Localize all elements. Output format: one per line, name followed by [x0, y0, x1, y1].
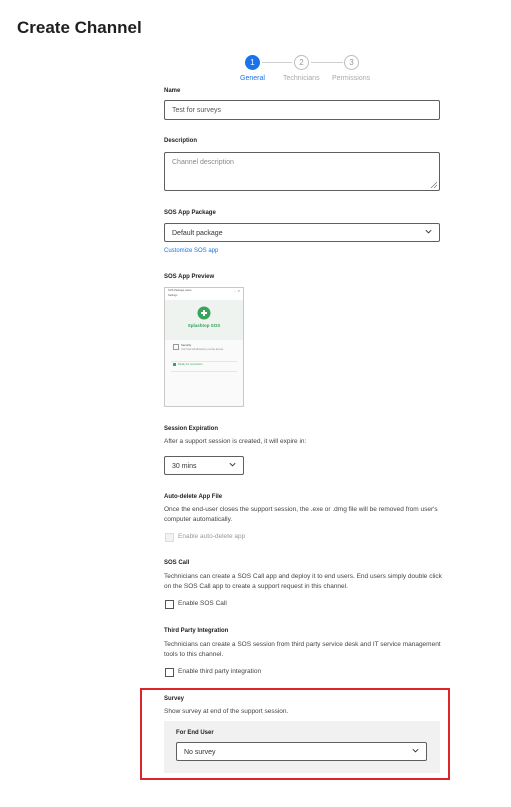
- sos-app-preview-label: SOS App Preview: [164, 274, 215, 280]
- lock-icon: [173, 344, 179, 350]
- third-party-checkbox[interactable]: [165, 668, 174, 677]
- survey-select[interactable]: No survey: [176, 742, 427, 761]
- chevron-down-icon: [425, 229, 432, 234]
- preview-content: Security Your host will allow/deny remot…: [165, 340, 243, 406]
- resize-handle-icon[interactable]: [431, 182, 437, 188]
- sos-call-description: Technicians can create a SOS Call app an…: [164, 573, 442, 590]
- step-3-label: Permissions: [332, 75, 371, 82]
- preview-security-title: Security: [181, 343, 192, 347]
- preview-divider: [171, 361, 237, 362]
- preview-brand-name: Splashtop SOS: [187, 323, 221, 328]
- step-3-circle[interactable]: 3: [344, 55, 359, 70]
- preview-menu: Settings: [168, 294, 178, 297]
- step-2-label: Technicians: [283, 75, 320, 82]
- auto-delete-label: Auto-delete App File: [164, 494, 223, 500]
- step-1-label: General: [240, 75, 265, 82]
- auto-delete-checkbox-label: Enable auto-delete app: [178, 533, 246, 540]
- third-party-label: Third Party Integration: [164, 628, 229, 634]
- page-title: Create Channel: [17, 18, 142, 37]
- third-party-checkbox-label: Enable third party integration: [178, 668, 262, 675]
- step-connector: [262, 62, 292, 63]
- session-expiration-value: 30 mins: [172, 463, 197, 470]
- session-expiration-select[interactable]: 30 mins: [164, 456, 244, 475]
- chevron-down-icon: [412, 748, 419, 753]
- survey-label: Survey: [164, 696, 185, 702]
- name-field[interactable]: Test for surveys: [164, 100, 440, 120]
- chevron-down-icon: [229, 462, 236, 467]
- customize-sos-app-link[interactable]: Customize SOS app: [164, 248, 218, 254]
- sos-call-checkbox[interactable]: [165, 600, 174, 609]
- description-label: Description: [164, 138, 198, 144]
- stepper: 1 2 3 General Technicians Permissions: [230, 55, 390, 87]
- sos-call-label: SOS Call: [164, 560, 190, 566]
- sos-app-package-label: SOS App Package: [164, 210, 216, 216]
- sos-app-package-select[interactable]: Default package: [164, 223, 440, 242]
- preview-divider: [171, 371, 237, 372]
- preview-window-title: SOS Package name: [168, 289, 192, 292]
- step-2-circle[interactable]: 2: [294, 55, 309, 70]
- preview-brand-area: Splashtop SOS: [165, 300, 243, 340]
- survey-select-value: No survey: [184, 749, 216, 756]
- preview-window-controls-icon: – ✕: [234, 289, 240, 293]
- third-party-description: Technicians can create a SOS session fro…: [164, 641, 441, 658]
- description-placeholder: Channel description: [172, 159, 234, 166]
- name-label: Name: [164, 88, 181, 94]
- sos-app-preview: SOS Package name Settings – ✕ Splashtop …: [164, 287, 244, 407]
- description-field[interactable]: Channel description: [164, 152, 440, 191]
- auto-delete-checkbox[interactable]: [165, 533, 174, 542]
- survey-end-user-panel: For End User No survey: [164, 721, 440, 773]
- preview-security-text: Your host will allow/deny remote access: [181, 348, 224, 351]
- step-1-circle[interactable]: 1: [245, 55, 260, 70]
- survey-description: Show survey at end of the support sessio…: [164, 708, 289, 715]
- preview-status: Ready for connection: [178, 363, 203, 366]
- name-value: Test for surveys: [172, 107, 222, 114]
- status-dot-icon: [173, 363, 176, 366]
- sos-app-package-value: Default package: [172, 230, 223, 237]
- sos-call-checkbox-label: Enable SOS Call: [178, 600, 227, 607]
- step-connector: [311, 62, 343, 63]
- session-expiration-description: After a support session is created, it w…: [164, 438, 307, 445]
- for-end-user-label: For End User: [176, 730, 214, 736]
- session-expiration-label: Session Expiration: [164, 426, 219, 432]
- splashtop-logo-icon: [197, 306, 211, 320]
- auto-delete-description: Once the end-user closes the support ses…: [164, 506, 438, 523]
